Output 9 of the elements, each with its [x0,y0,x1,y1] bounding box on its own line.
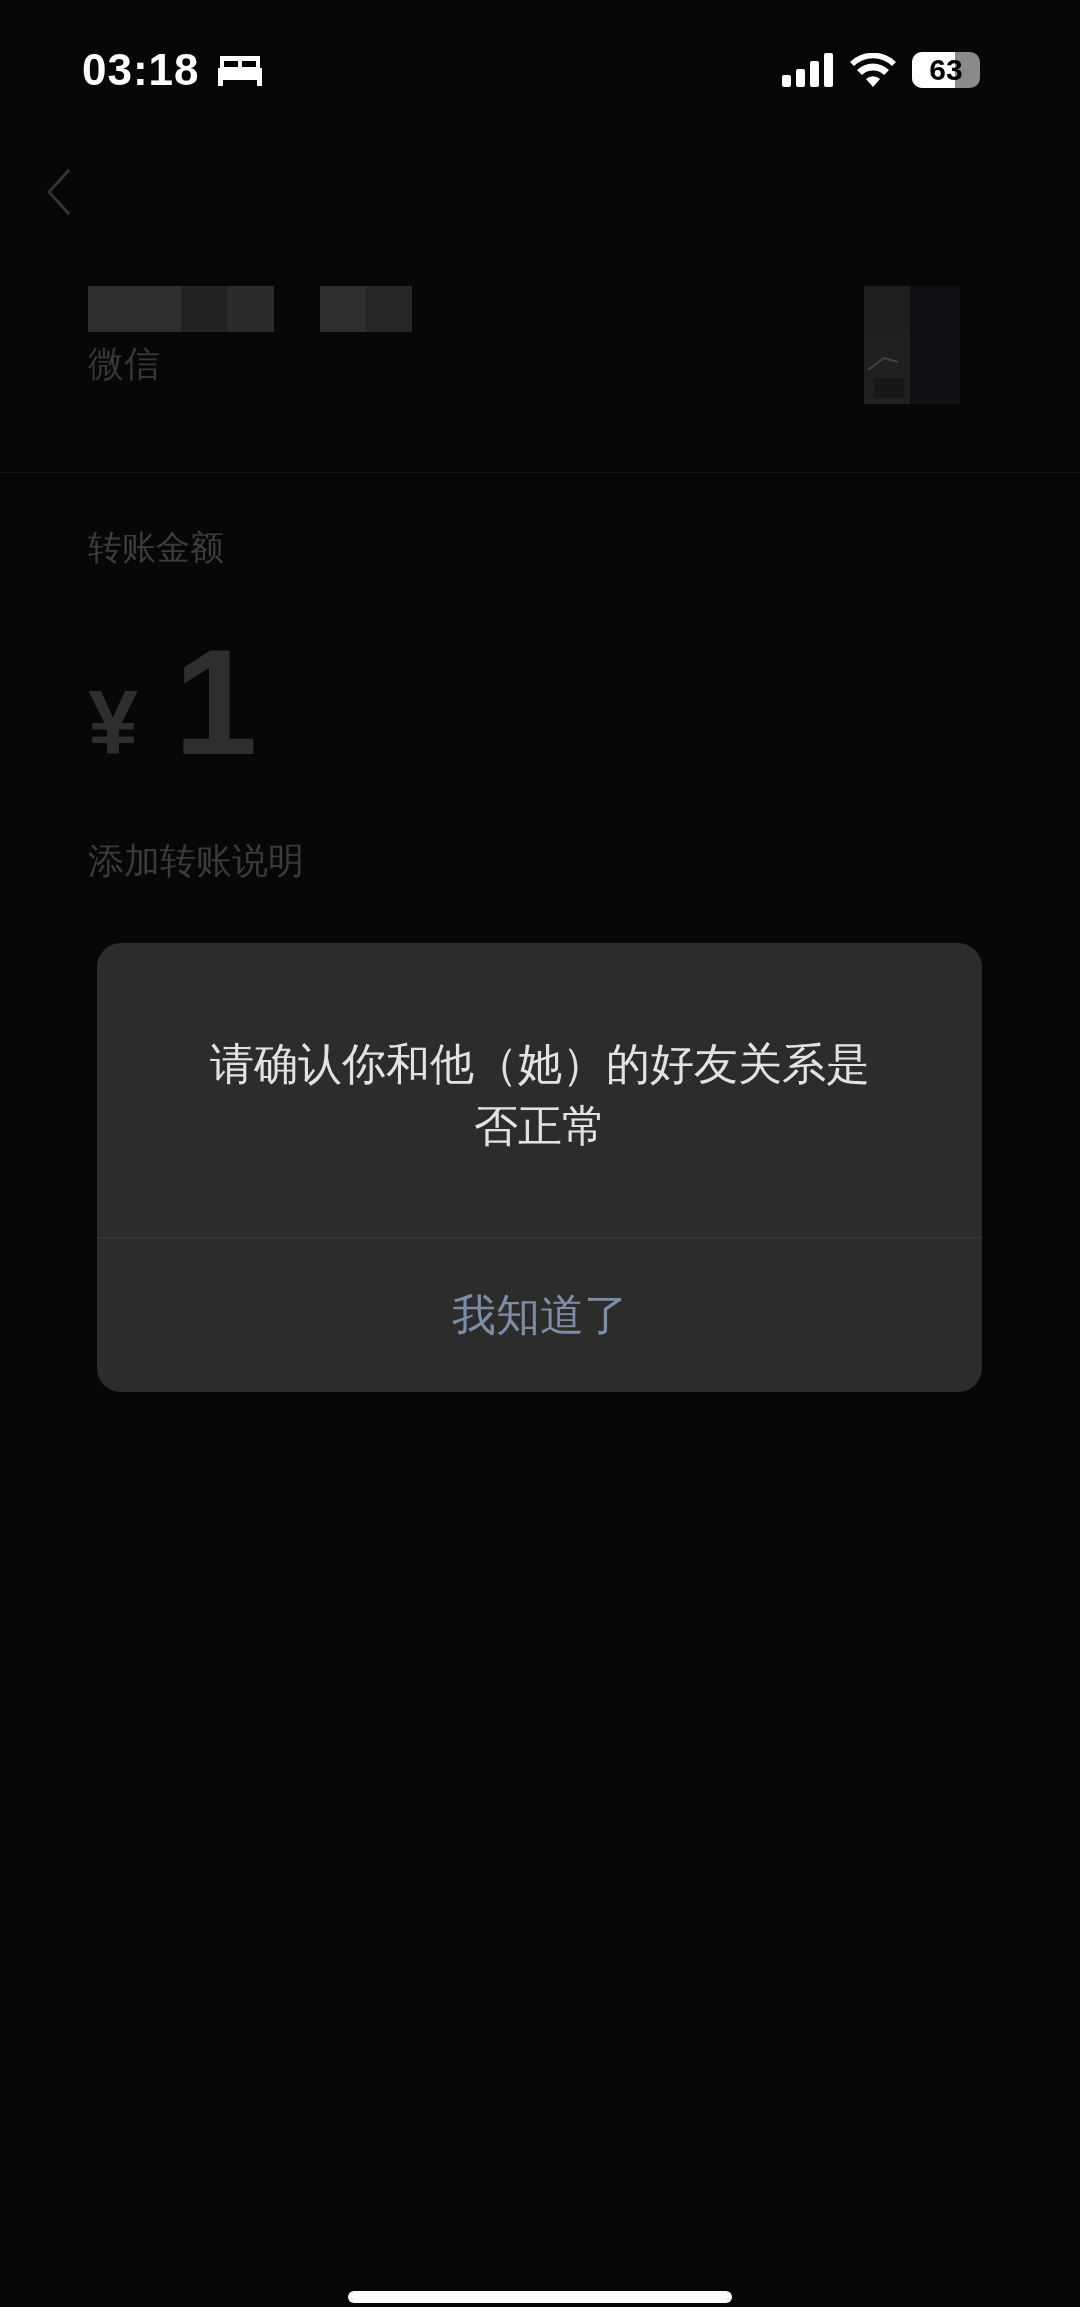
wifi-icon [850,53,896,87]
currency-symbol: ¥ [88,672,139,775]
signal-icon [782,53,834,87]
bed-icon [215,54,264,86]
back-icon[interactable] [46,168,72,216]
battery-icon: 63 [912,52,980,88]
status-time: 03:18 [82,45,200,95]
acknowledge-button[interactable]: 我知道了 [97,1238,982,1392]
dialog-message: 请确认你和他（她）的好友关系是否正常 [208,1038,871,1152]
